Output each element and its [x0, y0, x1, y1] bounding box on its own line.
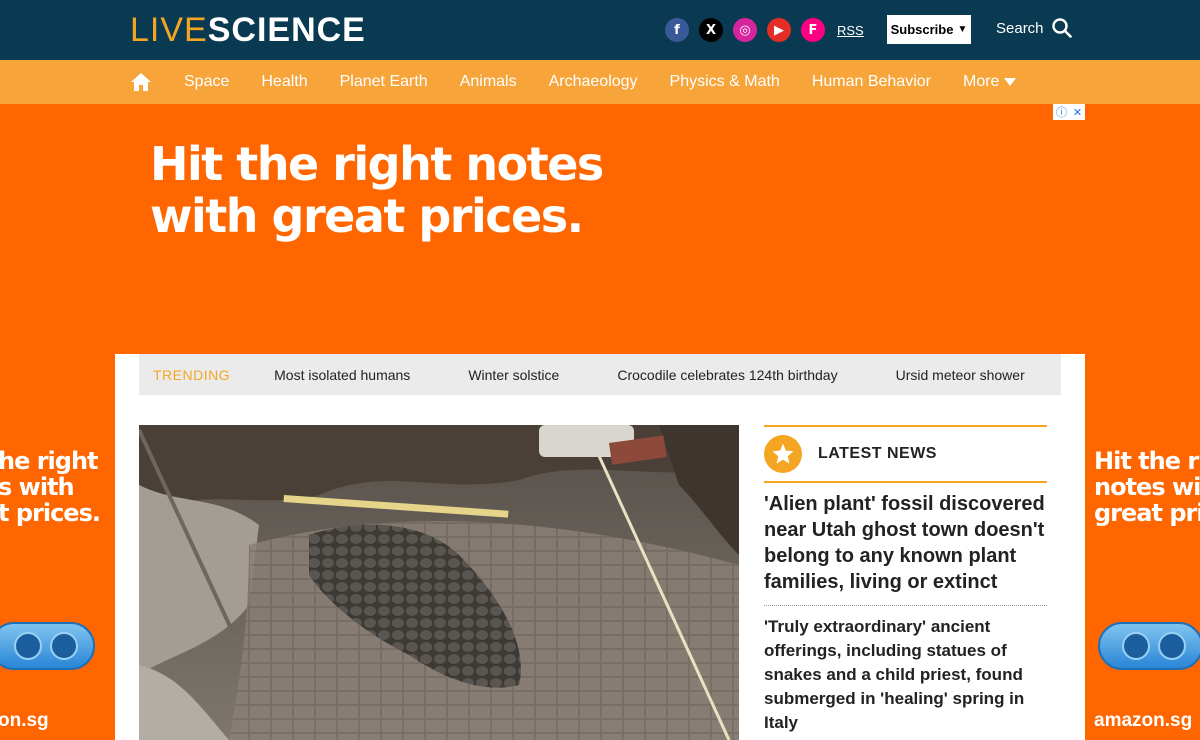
facebook-icon[interactable]: f — [665, 18, 689, 42]
home-icon[interactable] — [130, 71, 152, 93]
flipboard-icon[interactable]: F — [801, 18, 825, 42]
nav-item-human-behavior[interactable]: Human Behavior — [812, 73, 931, 91]
amazon-logo: amazon.sg — [1094, 710, 1193, 731]
search-label: Search — [996, 19, 1044, 37]
nav-more-menu[interactable]: More — [962, 73, 1017, 91]
trending-item[interactable]: Ursid meteor shower — [896, 367, 1025, 383]
nav-item-health[interactable]: Health — [261, 73, 307, 91]
site-header: LIVESCIENCE f X ◎ ▶ F RSS Subscribe ▼ Se… — [0, 0, 1200, 60]
logo-science: SCIENCE — [207, 11, 366, 49]
trending-label: TRENDING — [153, 366, 231, 383]
latest-news: LATEST NEWS 'Alien plant' fossil discove… — [764, 425, 1047, 740]
left-ad-line-3: t prices. — [0, 499, 101, 527]
x-twitter-icon[interactable]: X — [699, 18, 723, 42]
speaker-image — [0, 622, 95, 670]
search-button[interactable]: Search — [996, 18, 1072, 38]
trending-item[interactable]: Winter solstice — [468, 367, 559, 383]
ad-info-icon[interactable]: ⓘ — [1056, 104, 1067, 120]
nav-item-space[interactable]: Space — [184, 73, 229, 91]
chevron-down-icon: ▼ — [957, 24, 968, 35]
ad-headline-line-2: with great prices. — [150, 189, 584, 243]
subscribe-label: Subscribe — [890, 22, 954, 37]
ad-choices[interactable]: ⓘ ✕ — [1053, 104, 1085, 120]
latest-news-title: LATEST NEWS — [818, 445, 937, 462]
nav-item-animals[interactable]: Animals — [460, 73, 517, 91]
right-ad-line-3: great pric — [1094, 499, 1200, 527]
right-side-ad[interactable]: Hit the rig notes wit great pric amazon.… — [1085, 354, 1200, 740]
search-icon — [1051, 18, 1072, 38]
subscribe-button[interactable]: Subscribe ▼ — [887, 15, 971, 44]
logo-live: LIVE — [130, 11, 208, 49]
trending-item[interactable]: Crocodile celebrates 124th birthday — [617, 367, 837, 383]
youtube-icon[interactable]: ▶ — [767, 18, 791, 42]
latest-news-article[interactable]: 'Alien plant' fossil discovered near Uta… — [764, 483, 1047, 606]
nav-more-label: More — [962, 73, 1000, 90]
trending-item[interactable]: Most isolated humans — [274, 367, 410, 383]
main-nav: Space Health Planet Earth Animals Archae… — [0, 60, 1200, 104]
nav-item-physics-math[interactable]: Physics & Math — [670, 73, 780, 91]
amazon-logo: on.sg — [0, 710, 49, 731]
left-ad-line-2: s with — [0, 473, 75, 501]
left-ad-text: he right s with t prices. — [0, 447, 101, 527]
ad-headline-line-1: Hit the right notes — [150, 137, 604, 191]
ad-headline: Hit the right notes with great prices. — [150, 137, 604, 243]
star-icon — [764, 435, 802, 473]
right-ad-text: Hit the rig notes wit great pric — [1094, 448, 1200, 526]
rss-link[interactable]: RSS — [837, 23, 864, 38]
speaker-image — [1098, 622, 1200, 670]
caret-down-icon — [1004, 78, 1017, 86]
latest-news-article[interactable]: 'Truly extraordinary' ancient offerings,… — [764, 606, 1047, 735]
right-ad-line-2: notes wit — [1094, 473, 1200, 501]
instagram-icon[interactable]: ◎ — [733, 18, 757, 42]
latest-news-header: LATEST NEWS — [764, 425, 1047, 483]
site-logo[interactable]: LIVESCIENCE — [130, 12, 366, 48]
left-ad-line-1: he right — [0, 447, 99, 475]
right-ad-line-1: Hit the rig — [1094, 447, 1200, 475]
excavation-photo — [139, 425, 739, 740]
trending-bar: TRENDING Most isolated humans Winter sol… — [139, 354, 1061, 395]
hero-article-image[interactable] — [139, 425, 739, 740]
nav-item-planet-earth[interactable]: Planet Earth — [340, 73, 428, 91]
nav-item-archaeology[interactable]: Archaeology — [549, 73, 638, 91]
left-side-ad[interactable]: he right s with t prices. on.sg — [0, 354, 115, 740]
close-icon[interactable]: ✕ — [1073, 106, 1082, 119]
social-links: f X ◎ ▶ F RSS — [665, 18, 864, 42]
